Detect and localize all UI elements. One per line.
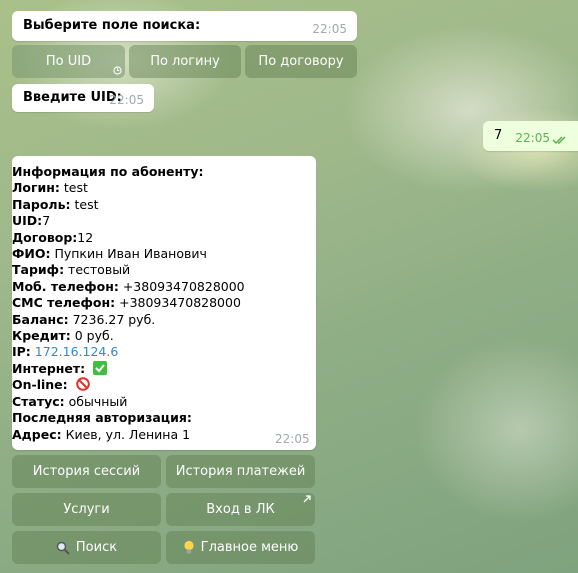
field-value: 7236.27 руб.	[68, 311, 156, 327]
field-value: тестовый	[64, 262, 131, 278]
search-by-uid-button[interactable]: По UID	[12, 45, 125, 78]
field-label: Кредит:	[12, 328, 71, 344]
message-time: 22:05	[109, 93, 144, 107]
external-link-arrow-icon	[303, 495, 311, 503]
field-label: Баланс:	[12, 311, 69, 327]
field-label: ФИО:	[12, 246, 51, 262]
info-internet: Интернет:	[12, 360, 245, 377]
read-checkmarks-icon	[552, 136, 566, 145]
search-by-contract-button[interactable]: По договору	[245, 45, 357, 78]
info-online: On-line:	[12, 377, 245, 393]
main-menu-label: Главное меню	[200, 540, 299, 555]
main-menu-button[interactable]: Главное меню	[166, 531, 315, 564]
field-value: 12	[77, 229, 94, 245]
search-prompt-bubble: Выберите поле поиска: 22:05	[12, 11, 357, 41]
prohibited-icon	[75, 377, 90, 392]
field-value: 7	[42, 213, 51, 229]
field-label: UID:	[12, 213, 43, 229]
search-prompt-text: Выберите поле поиска:	[23, 18, 201, 33]
field-label: Логин:	[12, 180, 60, 196]
message-time: 22:05	[275, 432, 310, 446]
info-login: Логин: test	[12, 180, 245, 196]
search-by-contract-label: По договору	[258, 54, 344, 69]
enter-uid-text: Введите UID:	[23, 90, 122, 105]
info-status: Статус: обычный	[12, 394, 245, 410]
payment-history-button[interactable]: История платежей	[166, 455, 315, 488]
info-password: Пароль: test	[12, 197, 245, 213]
search-button[interactable]: Поиск	[12, 531, 161, 564]
payment-history-label: История платежей	[175, 464, 306, 479]
field-label: Моб. телефон:	[12, 278, 119, 294]
field-value: 0 руб.	[70, 328, 114, 344]
field-value: Киев, ул. Ленина 1	[61, 426, 191, 442]
field-value: Пупкин Иван Иванович	[50, 246, 207, 262]
info-header: Информация по абоненту:	[12, 164, 204, 179]
field-label: СМС телефон:	[12, 295, 116, 311]
info-address: Адрес: Киев, ул. Ленина 1	[12, 427, 245, 443]
field-label: Адрес:	[12, 426, 62, 442]
field-value: +38093470828000	[118, 278, 245, 294]
search-by-login-label: По логину	[150, 54, 220, 69]
check-mark-icon	[93, 360, 108, 375]
field-label: On-line:	[12, 377, 68, 393]
field-label: Пароль:	[12, 196, 71, 212]
info-uid: UID:7	[12, 213, 245, 229]
field-label: Тариф:	[12, 262, 65, 278]
info-ip: IP: 172.16.124.6	[12, 344, 245, 360]
clock-icon	[113, 66, 122, 75]
info-tariff: Тариф: тестовый	[12, 262, 245, 278]
info-contract: Договор:12	[12, 230, 245, 246]
message-time: 22:05	[312, 22, 347, 36]
field-value: test	[70, 196, 99, 212]
field-label: Интернет:	[12, 360, 86, 376]
message-time: 22:05	[515, 131, 550, 145]
field-value: обычный	[64, 393, 128, 409]
info-balance: Баланс: 7236.27 руб.	[12, 312, 245, 328]
info-fullname: ФИО: Пупкин Иван Иванович	[12, 246, 245, 262]
field-label: Статус:	[12, 393, 65, 409]
search-by-login-button[interactable]: По логину	[129, 45, 241, 78]
services-label: Услуги	[63, 502, 110, 517]
session-history-label: История сессий	[32, 464, 141, 479]
field-label: Договор:	[12, 229, 78, 245]
subscriber-info: Информация по абоненту: Логин: test Паро…	[12, 164, 245, 443]
info-last-auth: Последняя авторизация:	[12, 410, 245, 426]
info-mobile-phone: Моб. телефон: +38093470828000	[12, 279, 245, 295]
info-sms-phone: СМС телефон: +38093470828000	[12, 295, 245, 311]
session-history-button[interactable]: История сессий	[12, 455, 161, 488]
magnifier-icon	[56, 541, 70, 555]
services-button[interactable]: Услуги	[12, 493, 161, 526]
cabinet-login-button[interactable]: Вход в ЛК	[166, 493, 315, 526]
light-bulb-icon	[184, 540, 194, 554]
user-reply-bubble: 7 22:05	[483, 121, 578, 151]
enter-uid-bubble: Введите UID: 22:05	[12, 84, 154, 112]
user-reply-text: 7	[494, 128, 503, 143]
cabinet-login-label: Вход в ЛК	[206, 502, 275, 517]
field-label: IP:	[12, 344, 31, 360]
field-value: +38093470828000	[115, 295, 241, 311]
search-by-uid-label: По UID	[45, 54, 92, 69]
field-value: test	[59, 180, 88, 196]
search-label: Поиск	[75, 540, 118, 555]
info-credit: Кредит: 0 руб.	[12, 328, 245, 344]
field-label: Последняя авторизация:	[12, 410, 192, 426]
ip-link[interactable]: 172.16.124.6	[31, 344, 119, 359]
